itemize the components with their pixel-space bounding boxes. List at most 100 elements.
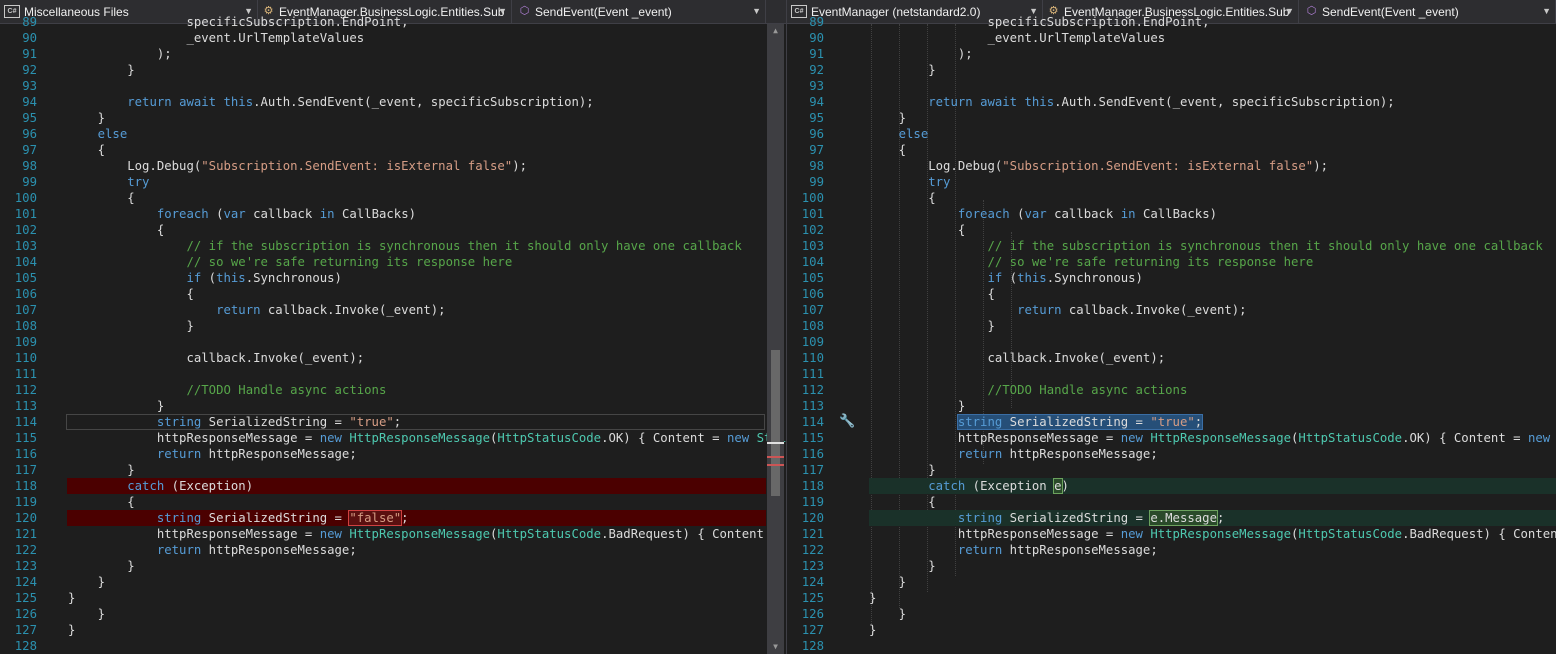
code-line[interactable]: 110 callback.Invoke(_event);	[787, 350, 1556, 366]
code-line[interactable]: 127}	[0, 622, 786, 638]
code-text[interactable]: }	[869, 606, 906, 622]
code-line[interactable]: 122 return httpResponseMessage;	[787, 542, 1556, 558]
code-text[interactable]: }	[68, 622, 75, 638]
code-line[interactable]: 109	[787, 334, 1556, 350]
code-text[interactable]: Log.Debug("Subscription.SendEvent: isExt…	[68, 158, 527, 174]
code-line[interactable]: 100 {	[787, 190, 1556, 206]
code-text[interactable]: try	[68, 174, 149, 190]
code-text[interactable]: }	[68, 606, 105, 622]
code-text[interactable]: {	[68, 222, 164, 238]
code-text[interactable]: callback.Invoke(_event);	[68, 350, 364, 366]
code-line[interactable]: 120 string SerializedString = "false";	[0, 510, 786, 526]
code-line[interactable]: 119 {	[787, 494, 1556, 510]
code-line[interactable]: 117 }	[787, 462, 1556, 478]
code-text[interactable]: if (this.Synchronous)	[869, 270, 1143, 286]
scroll-down-arrow-icon[interactable]: ▼	[767, 640, 784, 654]
code-text[interactable]: );	[68, 46, 172, 62]
code-text[interactable]: }	[869, 574, 906, 590]
code-line[interactable]: 106 {	[787, 286, 1556, 302]
code-line[interactable]: 111	[0, 366, 786, 382]
code-line[interactable]: 93	[787, 78, 1556, 94]
code-text[interactable]: }	[869, 398, 965, 414]
code-text[interactable]: else	[68, 126, 128, 142]
code-line[interactable]: 116 return httpResponseMessage;	[787, 446, 1556, 462]
code-text[interactable]: }	[68, 398, 164, 414]
code-line[interactable]: 115 httpResponseMessage = new HttpRespon…	[0, 430, 786, 446]
code-line[interactable]: 127}	[787, 622, 1556, 638]
code-text[interactable]: httpResponseMessage = new HttpResponseMe…	[68, 526, 786, 542]
code-text[interactable]: }	[869, 110, 906, 126]
code-line[interactable]: 128	[787, 638, 1556, 654]
code-text[interactable]: }	[68, 318, 193, 334]
code-line[interactable]: 114 string SerializedString = "true";	[787, 414, 1556, 430]
code-line[interactable]: 128	[0, 638, 786, 654]
code-text[interactable]: }	[869, 558, 935, 574]
code-text[interactable]: foreach (var callback in CallBacks)	[68, 206, 416, 222]
code-text[interactable]: {	[869, 142, 906, 158]
code-text[interactable]: Log.Debug("Subscription.SendEvent: isExt…	[869, 158, 1328, 174]
code-text[interactable]: return httpResponseMessage;	[869, 446, 1158, 462]
code-line[interactable]: 105 if (this.Synchronous)	[787, 270, 1556, 286]
code-line[interactable]: 93	[0, 78, 786, 94]
code-line[interactable]: 119 {	[0, 494, 786, 510]
code-text[interactable]: //TODO Handle async actions	[869, 382, 1187, 398]
code-text[interactable]: {	[869, 494, 935, 510]
code-line[interactable]: 104 // so we're safe returning its respo…	[787, 254, 1556, 270]
code-text[interactable]: );	[869, 46, 973, 62]
code-text[interactable]: }	[68, 462, 134, 478]
left-vertical-scrollbar[interactable]: ▲ ▼	[767, 24, 784, 654]
code-text[interactable]: // so we're safe returning its response …	[68, 254, 512, 270]
code-text[interactable]: }	[68, 62, 134, 78]
code-text[interactable]: catch (Exception e)	[869, 478, 1069, 494]
code-text[interactable]: return httpResponseMessage;	[68, 446, 357, 462]
code-line[interactable]: 98 Log.Debug("Subscription.SendEvent: is…	[787, 158, 1556, 174]
code-line[interactable]: 124 }	[0, 574, 786, 590]
code-line[interactable]: 126 }	[0, 606, 786, 622]
code-text[interactable]: }	[68, 574, 105, 590]
code-line[interactable]: 92 }	[787, 62, 1556, 78]
code-text[interactable]: return await this.Auth.SendEvent(_event,…	[68, 94, 593, 110]
code-text[interactable]: return httpResponseMessage;	[869, 542, 1158, 558]
code-line[interactable]: 96 else	[0, 126, 786, 142]
code-text[interactable]: }	[869, 62, 935, 78]
code-text[interactable]: // if the subscription is synchronous th…	[68, 238, 741, 254]
code-text[interactable]: }	[869, 318, 994, 334]
code-text[interactable]: httpResponseMessage = new HttpResponseMe…	[68, 430, 786, 446]
code-text[interactable]: // so we're safe returning its response …	[869, 254, 1313, 270]
code-text[interactable]: catch (Exception)	[68, 478, 253, 494]
code-line[interactable]: 103 // if the subscription is synchronou…	[0, 238, 786, 254]
code-line[interactable]: 115 httpResponseMessage = new HttpRespon…	[787, 430, 1556, 446]
code-line[interactable]: 114 string SerializedString = "true";	[0, 414, 786, 430]
code-text[interactable]: }	[68, 558, 134, 574]
code-line[interactable]: 95 }	[0, 110, 786, 126]
code-line[interactable]: 121 httpResponseMessage = new HttpRespon…	[0, 526, 786, 542]
code-text[interactable]: if (this.Synchronous)	[68, 270, 342, 286]
code-line[interactable]: 102 {	[0, 222, 786, 238]
code-line[interactable]: 112 //TODO Handle async actions	[0, 382, 786, 398]
code-line[interactable]: 97 {	[0, 142, 786, 158]
code-line[interactable]: 113 }	[787, 398, 1556, 414]
code-text[interactable]: {	[68, 494, 134, 510]
code-line[interactable]: 107 return callback.Invoke(_event);	[0, 302, 786, 318]
code-line[interactable]: 96 else	[787, 126, 1556, 142]
code-text[interactable]: httpResponseMessage = new HttpResponseMe…	[869, 526, 1556, 542]
code-line[interactable]: 91 );	[787, 46, 1556, 62]
right-code-area[interactable]: 89 specificSubscription.EndPoint, 90 _eve…	[787, 14, 1556, 654]
scrollbar-thumb[interactable]	[771, 350, 780, 496]
code-text[interactable]: httpResponseMessage = new HttpResponseMe…	[869, 430, 1556, 446]
code-line[interactable]: 91 );	[0, 46, 786, 62]
code-line[interactable]: 90 _event.UrlTemplateValues	[0, 30, 786, 46]
code-line[interactable]: 103 // if the subscription is synchronou…	[787, 238, 1556, 254]
code-text[interactable]: string SerializedString = "true";	[68, 414, 401, 430]
code-line[interactable]: 101 foreach (var callback in CallBacks)	[0, 206, 786, 222]
code-text[interactable]: }	[68, 590, 75, 606]
code-text[interactable]: }	[869, 622, 876, 638]
code-line[interactable]: 125}	[787, 590, 1556, 606]
code-text[interactable]: {	[68, 142, 105, 158]
code-text[interactable]: try	[869, 174, 950, 190]
code-line[interactable]: 106 {	[0, 286, 786, 302]
code-line[interactable]: 90 _event.UrlTemplateValues	[787, 30, 1556, 46]
code-text[interactable]: callback.Invoke(_event);	[869, 350, 1165, 366]
code-line[interactable]: 95 }	[787, 110, 1556, 126]
code-text[interactable]: {	[68, 190, 134, 206]
